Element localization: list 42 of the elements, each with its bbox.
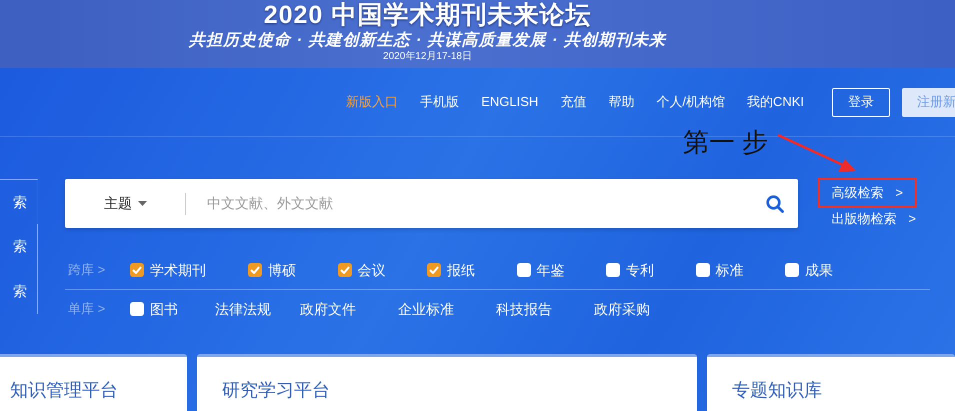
database-link[interactable]: 政府采购 [594, 298, 692, 320]
checkbox-option[interactable]: 学术期刊 [130, 260, 248, 280]
nav-link[interactable]: 个人/机构馆 [656, 92, 725, 112]
card-title: 知识管理平台 [10, 380, 118, 400]
banner-title: 2020 中国学术期刊未来论坛 [264, 1, 592, 30]
nav-link[interactable]: ENGLISH [481, 92, 538, 112]
database-link[interactable]: 政府文件 [300, 298, 398, 320]
checkbox-option[interactable]: 图书 [130, 298, 215, 320]
checkmark-icon [132, 266, 142, 274]
banner-date: 2020年12月17-18日 [383, 51, 472, 63]
checkmark-icon [250, 266, 260, 274]
login-button[interactable]: 登录 [832, 88, 890, 116]
caret-icon [138, 201, 147, 206]
checkbox-option[interactable]: 专利 [606, 260, 696, 280]
banner-slogan: 共担历史使命 · 共建创新生态 · 共谋高质量发展 · 共创期刊未来 [189, 30, 666, 51]
checkbox-option[interactable]: 成果 [785, 260, 874, 280]
row-label: 跨库 > [67, 261, 106, 280]
nav-link[interactable]: 充值 [560, 92, 586, 112]
row-label: 单库 > [67, 300, 106, 318]
checkbox-option[interactable]: 博硕 [248, 260, 338, 280]
checkmark-icon [429, 266, 439, 274]
database-link[interactable]: 法律法规 [215, 298, 300, 320]
search-icon[interactable] [766, 194, 784, 212]
database-link[interactable]: 企业标准 [398, 298, 496, 320]
checkbox-option[interactable]: 年鉴 [516, 260, 606, 280]
database-link[interactable]: 科技报告 [496, 298, 594, 320]
nav-link[interactable]: 我的CNKI [746, 92, 804, 112]
checkbox-option[interactable]: 会议 [338, 260, 427, 280]
checkbox-option[interactable]: 标准 [696, 260, 785, 280]
sidebar-tab[interactable]: 索 [0, 179, 38, 224]
sidebar-tab[interactable]: 索 [0, 269, 37, 314]
card-title: 专题知识库 [732, 380, 822, 400]
card-title: 研究学习平台 [222, 380, 330, 400]
checkbox-option[interactable]: 报纸 [427, 260, 516, 280]
advanced-search-link[interactable]: 高级检索 > [818, 178, 917, 208]
field-dropdown[interactable]: 主题 [104, 193, 185, 214]
annotation-text: 第一 步 [683, 126, 768, 158]
search-field[interactable]: 主题 中文文献、外文文献 [65, 179, 798, 228]
nav-link[interactable]: 帮助 [608, 92, 634, 112]
nav-link[interactable]: 手机版 [420, 92, 460, 112]
checkmark-icon [340, 266, 350, 274]
sidebar-tab[interactable]: 索 [0, 224, 37, 269]
